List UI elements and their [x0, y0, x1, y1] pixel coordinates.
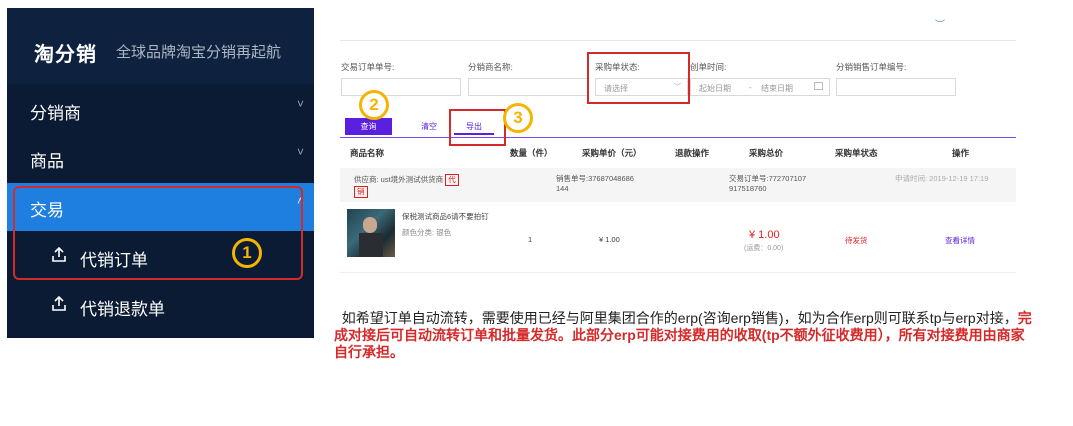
sales-no-line2: 144 — [556, 184, 569, 193]
column-header-status: 采购单状态 — [835, 148, 878, 158]
column-header-goods: 商品名称 — [350, 148, 385, 158]
clear-button[interactable]: 清空 — [409, 118, 449, 135]
total-price-value: ¥ 1.00 — [749, 229, 780, 241]
view-detail-link[interactable]: 查看详情 — [945, 235, 975, 246]
calendar-icon — [814, 82, 823, 90]
thumbnail-figure-head — [363, 217, 377, 233]
trade-no-line2: 917518760 — [729, 184, 767, 193]
callout-badge-1: 1 — [232, 238, 262, 268]
supplier-name: 供应商: ust境外测试供货商 — [354, 175, 444, 184]
highlight-box-trade — [13, 186, 303, 280]
sidebar-subitem-consign-refunds[interactable]: 代销退款单 — [7, 281, 314, 329]
callout-badge-3: 3 — [503, 103, 533, 133]
search-button[interactable]: 查询 — [345, 118, 392, 135]
chevron-down-icon: ˅ — [296, 97, 304, 111]
divider — [340, 40, 1016, 41]
end-date-placeholder: 结束日期 — [761, 84, 793, 93]
product-name[interactable]: 保税测试商品6请不要拍钉 — [402, 211, 489, 222]
trade-order-no-label: 交易订单单号: — [341, 62, 395, 72]
table-row: 保税测试商品6请不要拍钉 颜色分类: 银色 1 ¥ 1.00 ¥ 1.00 (运… — [340, 202, 1016, 272]
brand-header: 淘分销 全球品牌淘宝分销再起航 — [7, 8, 314, 84]
chevron-down-icon: ˅ — [296, 145, 304, 159]
create-time-label: 创单时间: — [690, 62, 727, 72]
column-header-total: 采购总价 — [749, 148, 784, 158]
shipping-fee: (运费：0.00) — [744, 245, 784, 252]
sidebar-item-label: 分销商 — [30, 104, 81, 123]
consign-tag-cont: 销 — [354, 186, 368, 198]
trade-order-number: 交易订单号:772707107 917518760 — [729, 174, 806, 194]
apply-time: 申请时间: 2019-12-19 17:19 — [895, 174, 989, 183]
divider — [340, 137, 1016, 138]
brand-logo: 淘分销 — [34, 44, 97, 66]
description-text: 如希望订单自动流转，需要使用已经与阿里集团合作的erp(咨询erp销售)，如为合… — [334, 310, 1034, 361]
sidebar-item-label: 商品 — [30, 152, 64, 171]
column-header-action: 操作 — [952, 148, 970, 158]
sales-no-line1: 销售单号:37687048686 — [556, 174, 634, 183]
description-part1: 如希望订单自动流转，需要使用已经与阿里集团合作的erp(咨询erp销售)，如为合… — [341, 310, 1018, 326]
trade-order-no-input[interactable] — [341, 78, 461, 96]
thumbnail-figure-body — [359, 233, 383, 257]
start-date-placeholder: 起始日期 — [699, 84, 731, 93]
date-separator: - — [749, 83, 752, 92]
sales-order-no-label: 分销销售订单编号: — [836, 62, 907, 72]
sidebar-item-goods[interactable]: 商品 ˅ — [7, 134, 314, 182]
column-header-refund: 退款操作 — [675, 148, 710, 158]
brand-slogan: 全球品牌淘宝分销再起航 — [116, 44, 282, 61]
order-summary-row: 供应商: ust境外测试供货商 代 销 销售单号:37687048686 144… — [340, 168, 1016, 202]
sales-order-no-input[interactable] — [836, 78, 956, 96]
sidebar-item-distributors[interactable]: 分销商 ˅ — [7, 86, 314, 134]
upload-icon — [52, 295, 66, 311]
sales-order-number: 销售单号:37687048686 144 — [556, 174, 634, 194]
trade-no-line1: 交易订单号:772707107 — [729, 174, 807, 183]
callout-badge-2: 2 — [359, 90, 389, 120]
sidebar: 淘分销 全球品牌淘宝分销再起航 分销商 ˅ 商品 ˅ 交易 ˄ 代销订单 代销退… — [7, 8, 314, 338]
product-thumbnail[interactable] — [347, 209, 395, 257]
quantity-value: 1 — [528, 235, 533, 244]
highlight-box-export — [449, 109, 506, 146]
divider — [340, 272, 1016, 273]
product-color: 颜色分类: 银色 — [402, 228, 452, 237]
collapse-icon[interactable]: ︶ — [935, 16, 945, 31]
sidebar-subitem-label: 代销退款单 — [80, 300, 165, 319]
distributor-name-label: 分销商名称: — [468, 62, 513, 72]
supplier-info: 供应商: ust境外测试供货商 代 销 — [354, 174, 474, 198]
column-header-unit-price: 采购单价（元） — [582, 148, 642, 158]
unit-price-value: ¥ 1.00 — [599, 235, 620, 244]
order-search-panel: ︶ 交易订单单号: 分销商名称: 采购单状态: 创单时间: 分销销售订单编号: … — [333, 10, 1023, 273]
column-header-qty: 数量（件） — [510, 148, 553, 158]
status-badge: 待发货 — [845, 236, 868, 245]
highlight-box-status — [587, 52, 690, 104]
date-range-picker[interactable]: 起始日期 - 结束日期 — [690, 78, 830, 96]
consign-tag: 代 — [445, 174, 459, 186]
distributor-name-input[interactable] — [468, 78, 588, 96]
